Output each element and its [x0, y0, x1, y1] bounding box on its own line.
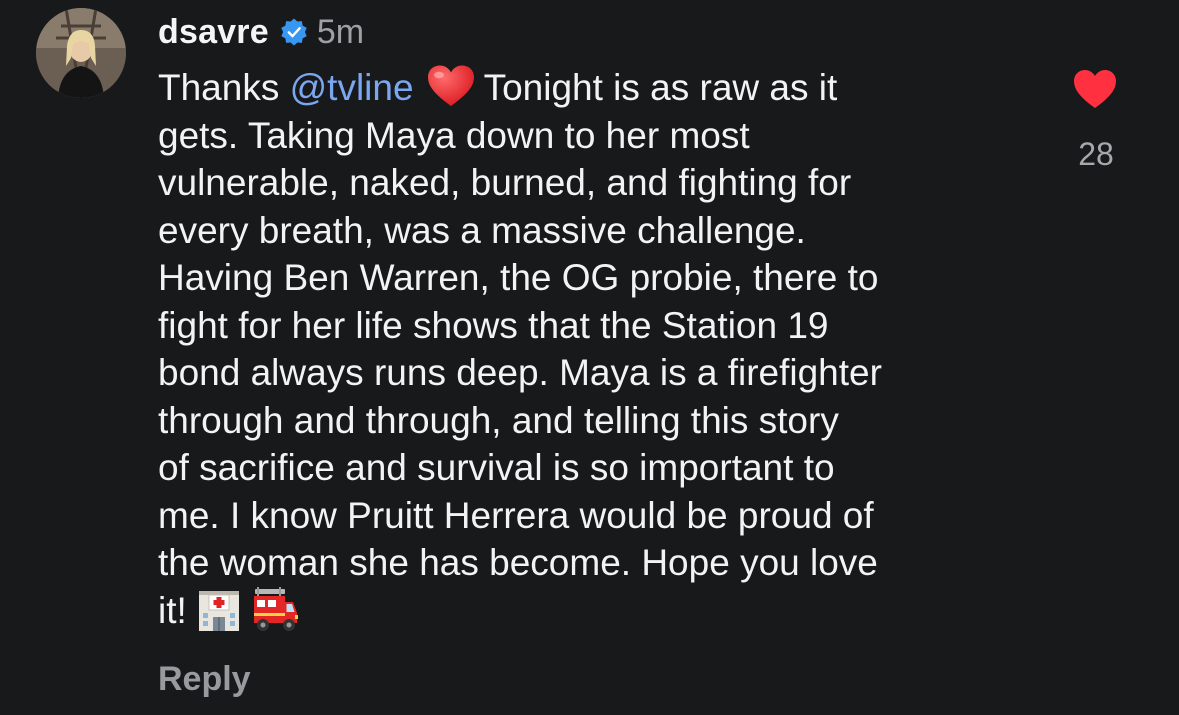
comment-text-segment: it!: [158, 589, 187, 631]
comment: dsavre 5m Thanks @tvline Tonight is as ra…: [0, 0, 1179, 715]
comment-line: Having Ben Warren, the OG probie, there …: [158, 257, 879, 298]
comment-line: of sacrifice and survival is so importan…: [158, 447, 835, 488]
comment-line: through and through, and telling this st…: [158, 399, 839, 441]
comment-text-segment: Thanks: [158, 67, 290, 108]
comment-line: me. I know Pruitt Herrera would be proud…: [158, 494, 874, 536]
comment-line: vulnerable, naked, burned, and fighting …: [158, 162, 852, 203]
like-count: 28: [1078, 136, 1114, 172]
like-heart-icon[interactable]: [1072, 68, 1118, 110]
timestamp: 5m: [316, 12, 365, 51]
mention-link[interactable]: @tvline: [290, 67, 414, 108]
avatar-photo: [36, 8, 126, 98]
comment-text: Thanks @tvline Tonight is as raw as it ge…: [158, 64, 1038, 634]
username[interactable]: dsavre: [158, 13, 269, 52]
comment-line: the woman she has become. Hope you love: [158, 542, 878, 583]
fire-engine-emoji: [253, 586, 298, 631]
comment-line: gets. Taking Maya down to her most: [158, 114, 750, 156]
reply-button[interactable]: Reply: [158, 660, 251, 699]
red-heart-emoji: [427, 65, 474, 106]
hospital-emoji: [198, 590, 239, 631]
comment-line: fight for her life shows that the Statio…: [158, 304, 829, 346]
comment-line: Thanks @tvline Tonight is as raw as it: [158, 64, 1038, 112]
user-avatar[interactable]: [36, 8, 126, 98]
comment-line: every breath, was a massive challenge.: [158, 209, 806, 251]
comment-header: dsavre 5m: [158, 12, 364, 52]
comment-line: it!: [158, 586, 1038, 635]
verified-badge-icon: [281, 18, 307, 46]
comment-text-segment: Tonight is as raw as it: [483, 67, 838, 108]
comment-line: bond always runs deep. Maya is a firefig…: [158, 352, 882, 393]
